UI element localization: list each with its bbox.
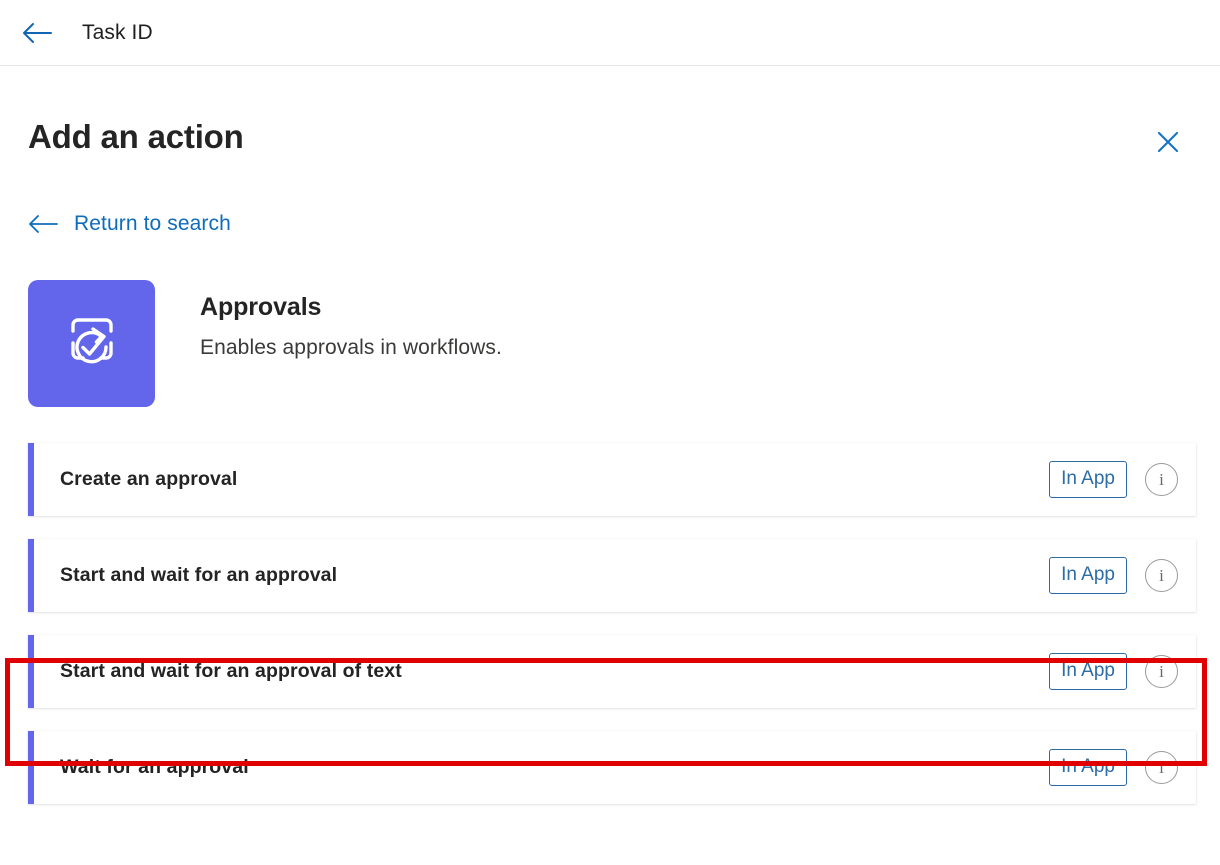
info-icon[interactable]: i xyxy=(1145,559,1178,592)
arrow-left-icon xyxy=(28,213,58,235)
info-icon[interactable]: i xyxy=(1145,751,1178,784)
action-content: Start and wait for an approval of text I… xyxy=(34,635,1196,708)
close-button[interactable] xyxy=(1148,124,1188,164)
connector-text: Approvals Enables approvals in workflows… xyxy=(200,280,502,360)
action-title: Create an approval xyxy=(60,468,238,490)
status-badge: In App xyxy=(1049,653,1127,690)
approvals-icon xyxy=(28,280,155,407)
action-title: Wait for an approval xyxy=(60,756,249,778)
connector-summary: Approvals Enables approvals in workflows… xyxy=(28,280,1196,407)
return-to-search-label: Return to search xyxy=(74,212,231,235)
connector-name: Approvals xyxy=(200,293,322,321)
close-icon xyxy=(1155,129,1181,160)
status-badge: In App xyxy=(1049,557,1127,594)
action-row[interactable]: Start and wait for an approval In App i xyxy=(28,539,1196,612)
page-title: Task ID xyxy=(82,20,153,44)
action-content: Wait for an approval In App i xyxy=(34,731,1196,804)
info-icon[interactable]: i xyxy=(1145,463,1178,496)
return-to-search-link[interactable]: Return to search xyxy=(28,212,231,236)
action-meta: In App i xyxy=(1049,749,1178,786)
action-meta: In App i xyxy=(1049,557,1178,594)
action-row[interactable]: Wait for an approval In App i xyxy=(28,731,1196,804)
status-badge: In App xyxy=(1049,749,1127,786)
action-content: Start and wait for an approval In App i xyxy=(34,539,1196,612)
panel-header: Add an action xyxy=(28,66,1196,164)
action-list: Create an approval In App i Start and wa… xyxy=(28,443,1196,804)
action-content: Create an approval In App i xyxy=(34,443,1196,516)
action-row[interactable]: Start and wait for an approval of text I… xyxy=(28,635,1196,708)
action-row[interactable]: Create an approval In App i xyxy=(28,443,1196,516)
top-bar: Task ID xyxy=(0,0,1220,66)
action-meta: In App i xyxy=(1049,653,1178,690)
action-meta: In App i xyxy=(1049,461,1178,498)
action-title: Start and wait for an approval of text xyxy=(60,660,402,682)
connector-description: Enables approvals in workflows. xyxy=(200,335,502,359)
back-button[interactable] xyxy=(14,10,60,56)
add-action-panel: Add an action Return to search Approvals… xyxy=(0,66,1220,804)
status-badge: In App xyxy=(1049,461,1127,498)
arrow-left-icon xyxy=(21,21,53,45)
panel-title: Add an action xyxy=(28,118,244,155)
action-title: Start and wait for an approval xyxy=(60,564,338,586)
info-icon[interactable]: i xyxy=(1145,655,1178,688)
